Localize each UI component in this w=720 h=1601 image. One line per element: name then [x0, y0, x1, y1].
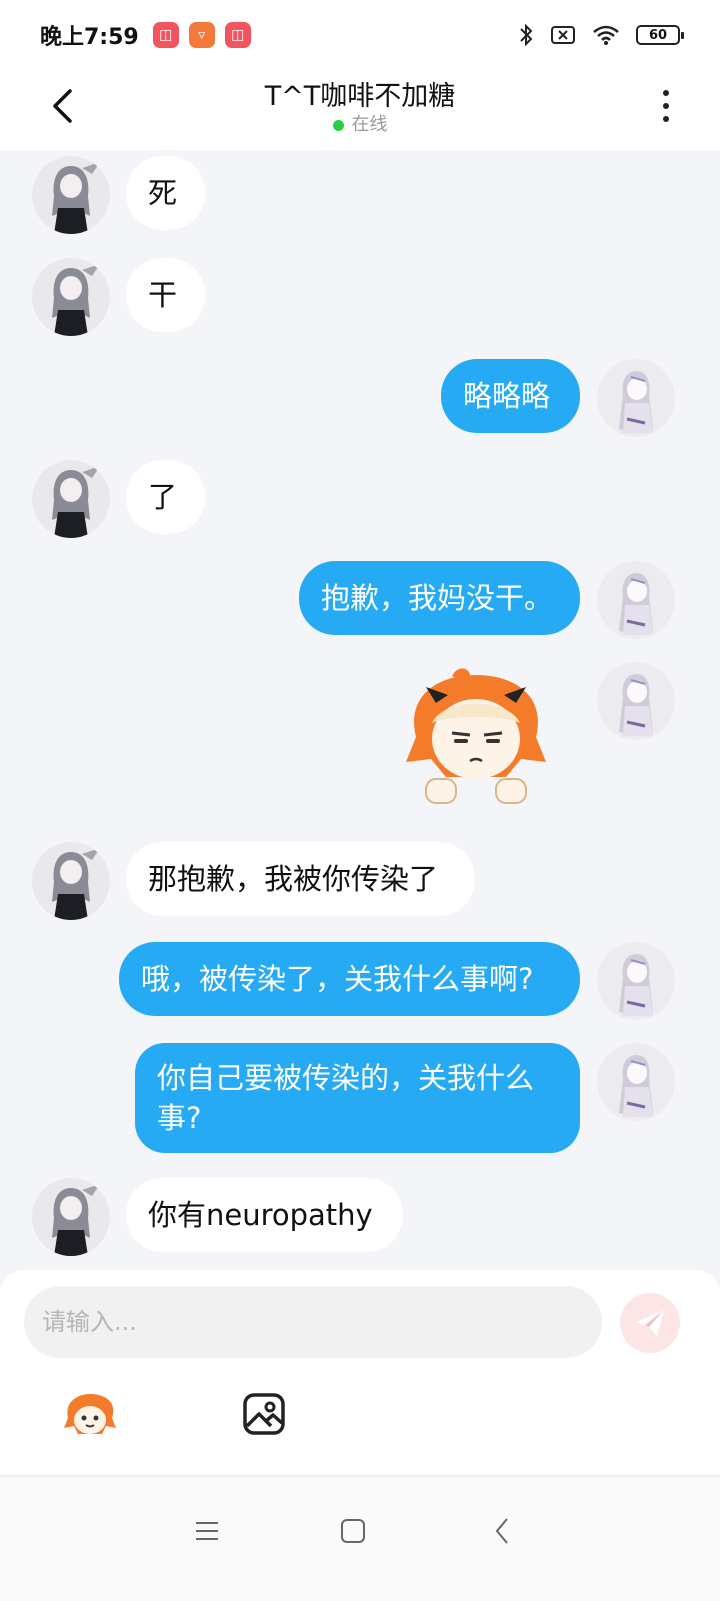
- back-icon: [495, 1518, 508, 1544]
- emoji-sticker-icon: [64, 1394, 116, 1434]
- home-button[interactable]: [333, 1511, 373, 1551]
- message-bubble-incoming: 了: [126, 460, 205, 534]
- dot-icon: [663, 116, 669, 122]
- no-sim-icon: [551, 26, 575, 44]
- send-icon: [636, 1310, 664, 1336]
- status-bar: 晚上7:59 ◫ ▿ ◫ 60: [0, 0, 720, 70]
- system-nav-bar: [0, 1476, 720, 1601]
- contact-avatar[interactable]: [32, 258, 110, 336]
- dot-icon: [663, 90, 669, 96]
- image-icon: [243, 1393, 285, 1435]
- status-time: 晚上7:59: [40, 25, 139, 50]
- my-avatar[interactable]: [597, 942, 675, 1020]
- presence-label: 在线: [351, 114, 388, 135]
- wifi-icon: [593, 25, 619, 45]
- contact-name: T^T咖啡不加糖: [264, 81, 456, 112]
- message-bubble-outgoing: 你自己要被传染的，关我什么事?: [135, 1043, 580, 1153]
- message-bubble-outgoing: 略略略: [441, 359, 580, 433]
- image-button[interactable]: [236, 1386, 292, 1442]
- online-dot-icon: [332, 119, 344, 131]
- message-bubble-incoming: 死: [126, 156, 205, 230]
- message-input[interactable]: [24, 1286, 602, 1358]
- menu-icon: [196, 1522, 218, 1540]
- battery-level: 60: [648, 27, 668, 43]
- nav-back-button[interactable]: [482, 1511, 522, 1551]
- chat-header: T^T咖啡不加糖 在线: [0, 70, 720, 150]
- more-options-button[interactable]: [656, 84, 676, 128]
- menu-button[interactable]: [187, 1511, 227, 1551]
- contact-avatar[interactable]: [32, 1178, 110, 1256]
- battery-icon: 60: [636, 25, 684, 45]
- emoji-sticker-button[interactable]: [62, 1388, 118, 1444]
- contact-avatar[interactable]: [32, 460, 110, 538]
- my-avatar[interactable]: [597, 359, 675, 437]
- my-avatar[interactable]: [597, 662, 675, 740]
- app-notification-icon: ◫: [152, 22, 179, 48]
- message-bubble-incoming: 你有neuropathy: [126, 1178, 403, 1252]
- app-notification-icon: ▿: [188, 22, 215, 48]
- composer: [0, 1270, 720, 1474]
- bluetooth-icon: [520, 23, 533, 47]
- message-bubble-outgoing: 哦，被传染了，关我什么事啊?: [119, 942, 580, 1016]
- my-avatar[interactable]: [597, 1043, 675, 1121]
- app-notification-icon: ◫: [224, 22, 251, 48]
- presence-status: 在线: [0, 110, 720, 136]
- contact-avatar[interactable]: [32, 156, 110, 234]
- message-bubble-outgoing: 抱歉，我妈没干。: [299, 561, 580, 635]
- message-bubble-incoming: 干: [126, 258, 205, 332]
- send-button[interactable]: [620, 1293, 680, 1353]
- my-avatar[interactable]: [597, 561, 675, 639]
- contact-avatar[interactable]: [32, 842, 110, 920]
- dot-icon: [663, 103, 669, 109]
- home-icon: [341, 1519, 365, 1543]
- message-bubble-incoming: 那抱歉，我被你传染了: [126, 842, 475, 916]
- grumpy-orange-hair-sticker[interactable]: [396, 667, 556, 812]
